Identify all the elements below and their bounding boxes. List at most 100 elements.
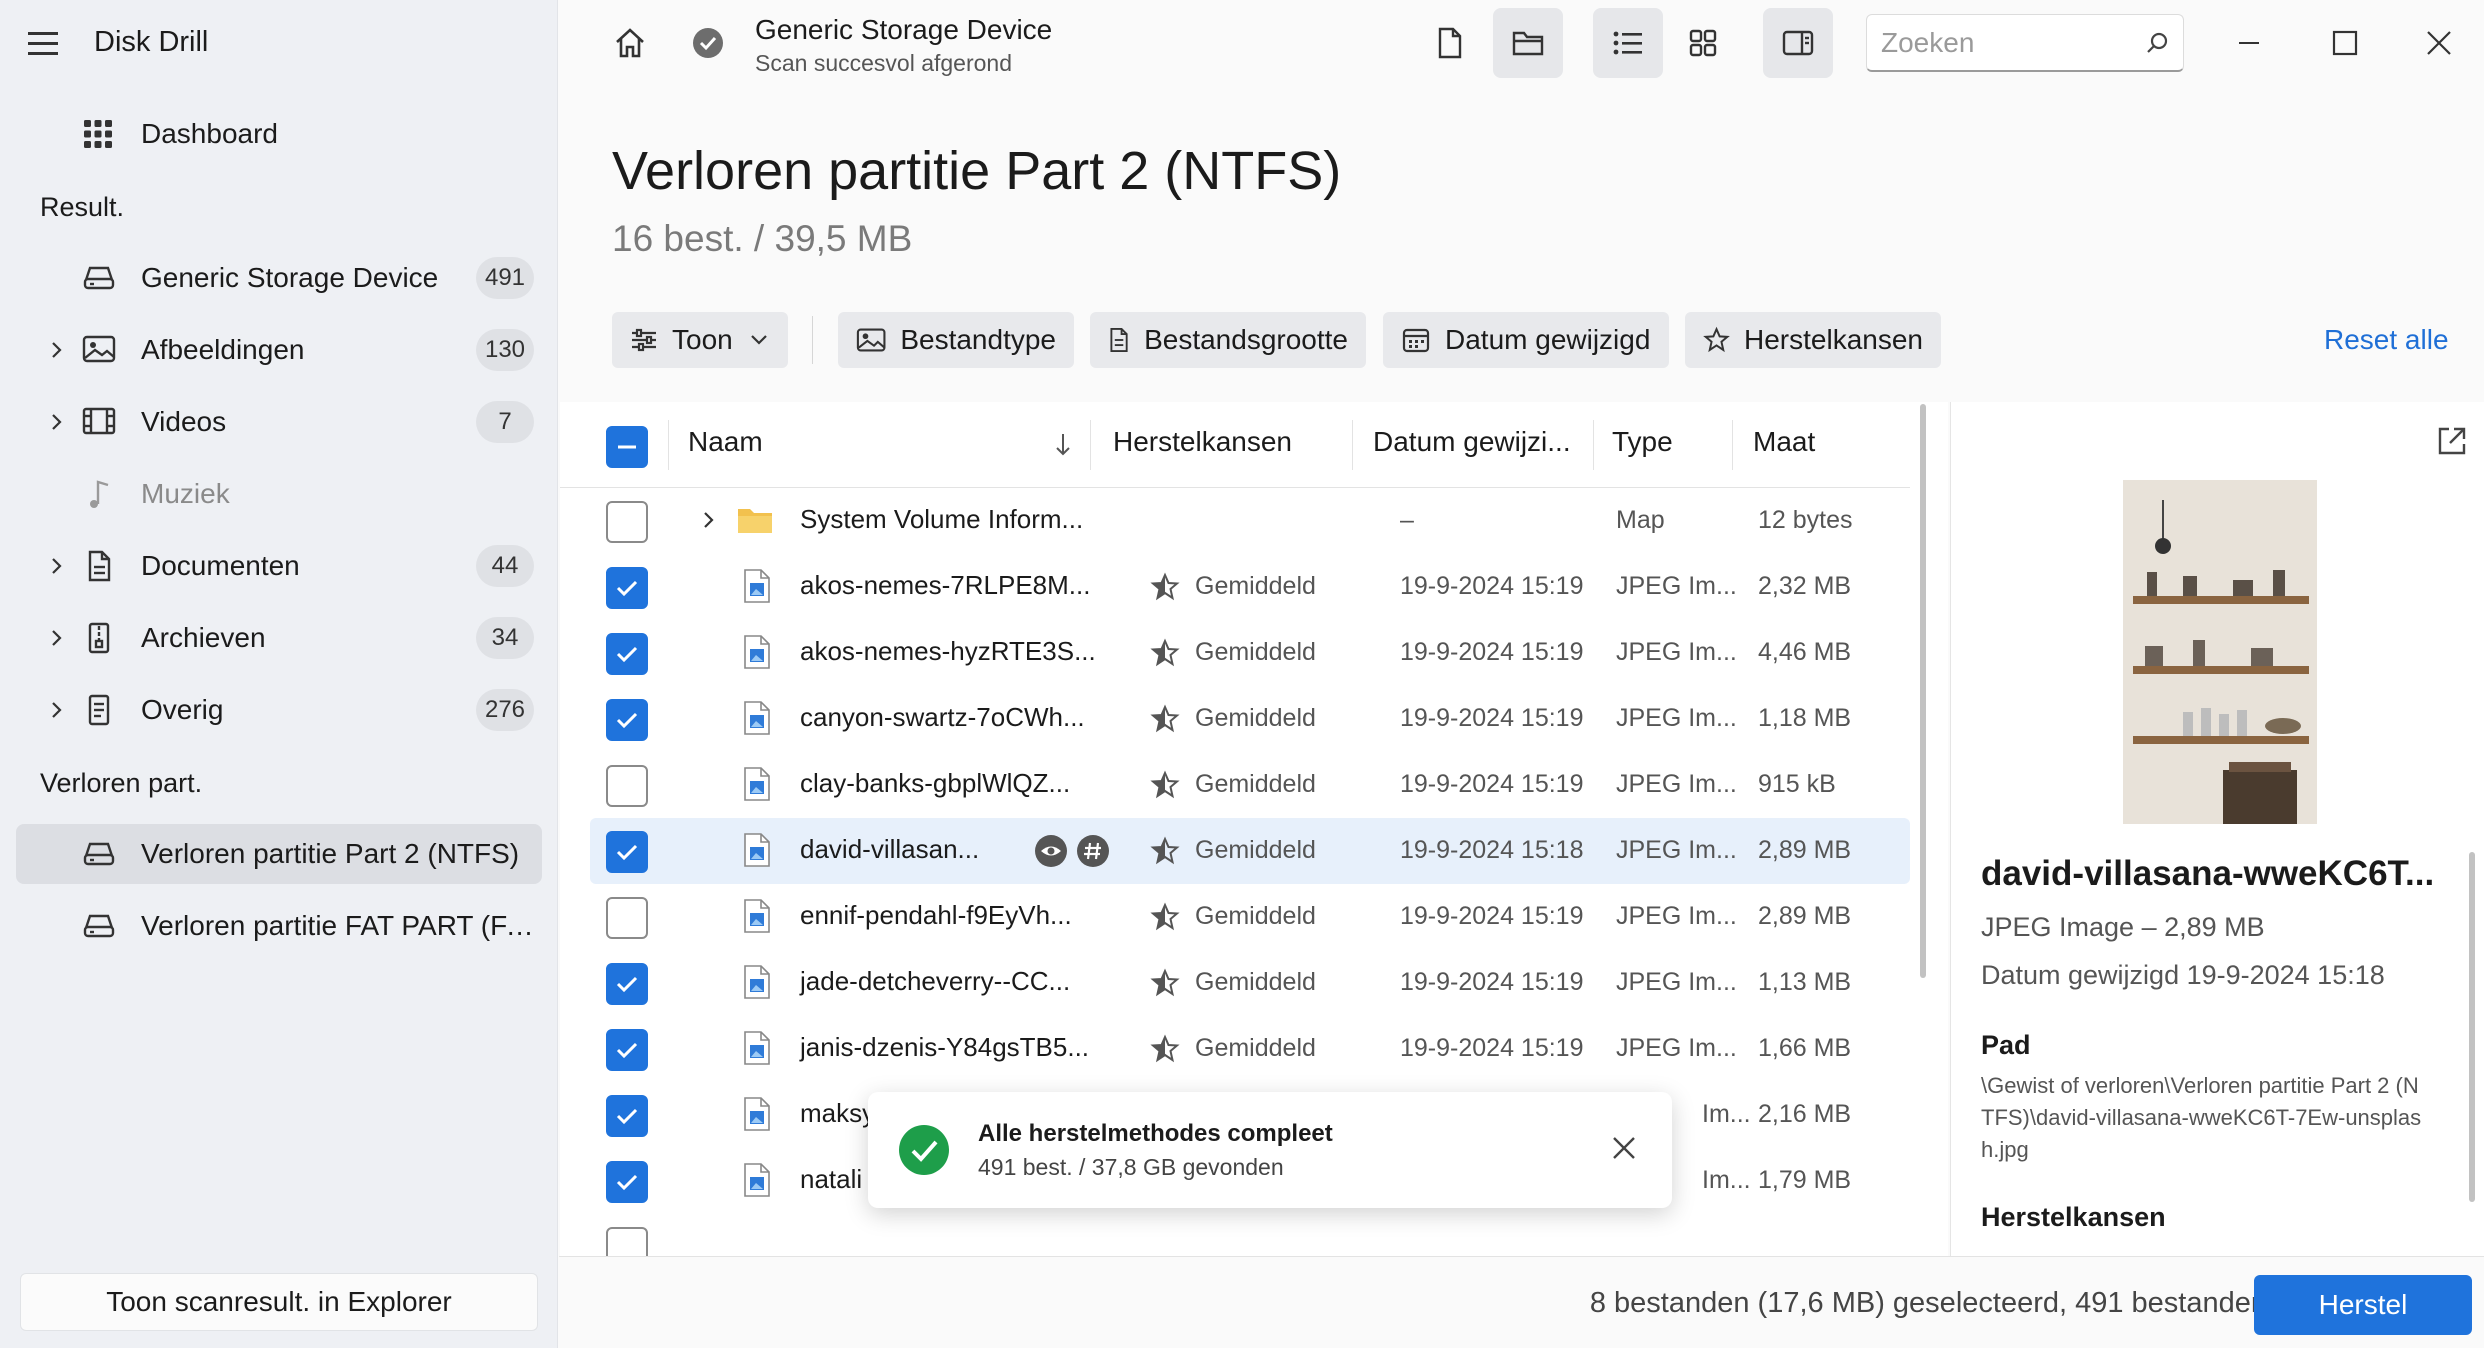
- filesize-filter-button[interactable]: Bestandsgrootte: [1090, 312, 1366, 368]
- close-icon[interactable]: [2408, 14, 2470, 72]
- column-separator: [1090, 420, 1091, 470]
- preview-panel-icon[interactable]: [1763, 8, 1833, 78]
- chevron-right-icon[interactable]: [46, 628, 66, 648]
- toast-close-icon[interactable]: [1604, 1128, 1644, 1168]
- row-checkbox[interactable]: [606, 831, 648, 873]
- star-icon: [1150, 1034, 1180, 1064]
- sidebar-item-lost-fat-part[interactable]: Verloren partitie FAT PART (FA...: [16, 896, 542, 956]
- chevron-right-icon[interactable]: [46, 340, 66, 360]
- chevron-right-icon[interactable]: [700, 510, 718, 530]
- sidebar-item-archieven[interactable]: Archieven 34: [16, 608, 542, 668]
- grid-view-icon[interactable]: [1668, 8, 1738, 78]
- table-row-selected[interactable]: david-villasan... Gemiddeld 19-9-2024 15…: [590, 818, 1910, 884]
- chances-filter-button[interactable]: Herstelkansen: [1685, 312, 1941, 368]
- row-checkbox[interactable]: [606, 699, 648, 741]
- folder-view-icon[interactable]: [1493, 8, 1563, 78]
- file-name: jade-detcheverry--CC...: [800, 966, 1071, 996]
- file-size: 2,16 MB: [1758, 1100, 1852, 1128]
- image-file-icon: [742, 568, 772, 604]
- file-name: clay-banks-gbplWlQZ...: [800, 768, 1071, 798]
- table-row[interactable]: canyon-swartz-7oCWh... Gemiddeld 19-9-20…: [590, 686, 1910, 752]
- show-filter-button[interactable]: Toon: [612, 312, 788, 368]
- file-date: 19-9-2024 15:19: [1400, 638, 1584, 666]
- column-header-name[interactable]: Naam: [688, 426, 763, 458]
- table-scrollbar[interactable]: [1920, 404, 1926, 978]
- table-header: Naam Herstelkansen Datum gewijzi... Type…: [560, 402, 1910, 488]
- restore-button[interactable]: Herstel: [2254, 1275, 2472, 1335]
- maximize-icon[interactable]: [2314, 14, 2376, 72]
- home-icon[interactable]: [595, 8, 665, 78]
- table-row[interactable]: System Volume Inform... – Map 12 bytes: [590, 488, 1910, 554]
- chevron-right-icon[interactable]: [46, 412, 66, 432]
- table-row[interactable]: jade-detcheverry--CC... Gemiddeld 19-9-2…: [590, 950, 1910, 1016]
- row-checkbox[interactable]: [606, 501, 648, 543]
- table-row[interactable]: janis-dzenis-Y84gsTB5... Gemiddeld 19-9-…: [590, 1016, 1910, 1082]
- recovery-chance: Gemiddeld: [1195, 572, 1316, 600]
- row-checkbox[interactable]: [606, 765, 648, 807]
- search-input[interactable]: [1867, 15, 2127, 71]
- row-checkbox[interactable]: [606, 633, 648, 675]
- sidebar-item-afbeeldingen[interactable]: Afbeeldingen 130: [16, 320, 542, 380]
- list-view-icon[interactable]: [1593, 8, 1663, 78]
- star-icon: [1150, 968, 1180, 998]
- file-type: JPEG Im...: [1616, 968, 1737, 996]
- chevron-right-icon[interactable]: [46, 700, 66, 720]
- sidebar-item-documenten[interactable]: Documenten 44: [16, 536, 542, 596]
- column-header-chances[interactable]: Herstelkansen: [1113, 426, 1292, 458]
- table-row[interactable]: ennif-pendahl-f9EyVh... Gemiddeld 19-9-2…: [590, 884, 1910, 950]
- file-name: ennif-pendahl-f9EyVh...: [800, 900, 1072, 930]
- row-checkbox[interactable]: [606, 897, 648, 939]
- eye-preview-icon[interactable]: [1034, 834, 1068, 868]
- reset-all-link[interactable]: Reset alle: [2324, 324, 2449, 356]
- row-checkbox[interactable]: [606, 567, 648, 609]
- column-header-type[interactable]: Type: [1612, 426, 1673, 458]
- table-row[interactable]: akos-nemes-7RLPE8M... Gemiddeld 19-9-202…: [590, 554, 1910, 620]
- sort-arrow-down-icon[interactable]: [1054, 432, 1072, 458]
- sidebar-item-generic-storage-device[interactable]: Generic Storage Device 491: [16, 248, 542, 308]
- filetype-filter-button[interactable]: Bestandtype: [838, 312, 1074, 368]
- sidebar-item-label: Generic Storage Device: [141, 262, 439, 293]
- row-checkbox[interactable]: [606, 1161, 648, 1203]
- image-icon: [82, 334, 116, 366]
- search-icon[interactable]: [2145, 31, 2169, 55]
- minimize-icon[interactable]: [2218, 14, 2280, 72]
- row-checkbox[interactable]: [606, 1227, 648, 1256]
- file-type: JPEG Im...: [1616, 572, 1737, 600]
- sidebar-item-lost-part-2-ntfs[interactable]: Verloren partitie Part 2 (NTFS): [16, 824, 542, 884]
- sidebar-item-dashboard[interactable]: Dashboard: [16, 104, 542, 164]
- file-view-icon[interactable]: [1415, 8, 1485, 78]
- sidebar-item-muziek[interactable]: Muziek: [16, 464, 542, 524]
- table-row[interactable]: [590, 1214, 1910, 1256]
- show-in-explorer-button[interactable]: Toon scanresult. in Explorer: [20, 1273, 538, 1331]
- file-name: janis-dzenis-Y84gsTB5...: [800, 1032, 1090, 1062]
- file-size: 1,79 MB: [1758, 1166, 1852, 1194]
- device-status: Scan succesvol afgerond: [755, 50, 1012, 76]
- file-type: Map: [1616, 506, 1665, 534]
- menu-icon[interactable]: [26, 28, 60, 58]
- hash-icon[interactable]: [1076, 834, 1110, 868]
- table-row[interactable]: akos-nemes-hyzRTE3S... Gemiddeld 19-9-20…: [590, 620, 1910, 686]
- sidebar-item-videos[interactable]: Videos 7: [16, 392, 542, 452]
- filter-label: Datum gewijzigd: [1445, 324, 1651, 355]
- column-header-date[interactable]: Datum gewijzi...: [1373, 426, 1571, 458]
- open-external-icon[interactable]: [2435, 424, 2469, 458]
- row-checkbox[interactable]: [606, 1029, 648, 1071]
- date-filter-button[interactable]: Datum gewijzigd: [1383, 312, 1669, 368]
- details-scrollbar[interactable]: [2469, 852, 2475, 1202]
- select-all-checkbox[interactable]: [606, 426, 648, 468]
- column-separator: [1593, 420, 1594, 470]
- image-icon: [856, 328, 886, 352]
- row-checkbox[interactable]: [606, 963, 648, 1005]
- selection-status: 8 bestanden (17,6 MB) geselecteerd, 491 …: [1589, 1287, 2346, 1319]
- column-header-size[interactable]: Maat: [1753, 426, 1815, 458]
- sidebar: Disk Drill Dashboard Result. Generic Sto…: [0, 0, 558, 1348]
- lost-partitions-heading: Verloren part.: [40, 768, 203, 798]
- table-row[interactable]: clay-banks-gbplWlQZ... Gemiddeld 19-9-20…: [590, 752, 1910, 818]
- document-icon: [82, 550, 116, 582]
- filter-divider: [812, 316, 813, 364]
- preview-thumbnail[interactable]: [2123, 480, 2317, 824]
- count-badge: 276: [476, 689, 534, 731]
- row-checkbox[interactable]: [606, 1095, 648, 1137]
- sidebar-item-overig[interactable]: Overig 276: [16, 680, 542, 740]
- chevron-right-icon[interactable]: [46, 556, 66, 576]
